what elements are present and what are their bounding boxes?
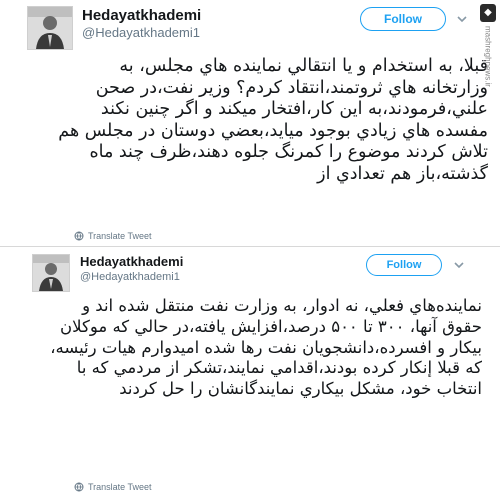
follow-button[interactable]: Follow (360, 7, 446, 31)
watermark-logo-icon: ◆ (480, 4, 496, 22)
author-handle[interactable]: @Hedayatkhademi1 (80, 271, 180, 283)
author-name[interactable]: Hedayatkhademi (82, 7, 201, 24)
globe-icon (74, 231, 84, 241)
translate-label: Translate Tweet (88, 231, 152, 241)
follow-button[interactable]: Follow (366, 254, 442, 276)
avatar[interactable] (27, 6, 73, 50)
tweet-card-1: Hedayatkhademi @Hedayatkhademi1 Follow ق… (0, 0, 500, 246)
translate-label: Translate Tweet (88, 482, 152, 492)
tweet-text: قبلا، به استخدام و يا انتقالي نماينده ها… (58, 56, 488, 184)
chevron-down-icon[interactable] (452, 258, 466, 272)
translate-link[interactable]: Translate Tweet (74, 231, 152, 241)
watermark-text: mashreghnews.ir (483, 26, 493, 87)
globe-icon (74, 482, 84, 492)
translate-link[interactable]: Translate Tweet (74, 482, 152, 492)
author-name[interactable]: Hedayatkhademi (80, 254, 183, 269)
avatar[interactable] (32, 254, 70, 292)
chevron-down-icon[interactable] (455, 12, 469, 26)
tweet-text: نماينده‌هاي فعلي، نه ادوار، به وزارت نفت… (50, 296, 482, 399)
tweet-card-2: Hedayatkhademi @Hedayatkhademi1 Follow ن… (0, 246, 500, 500)
author-handle[interactable]: @Hedayatkhademi1 (82, 25, 200, 40)
watermark: ◆ mashreghnews.ir (478, 4, 498, 134)
